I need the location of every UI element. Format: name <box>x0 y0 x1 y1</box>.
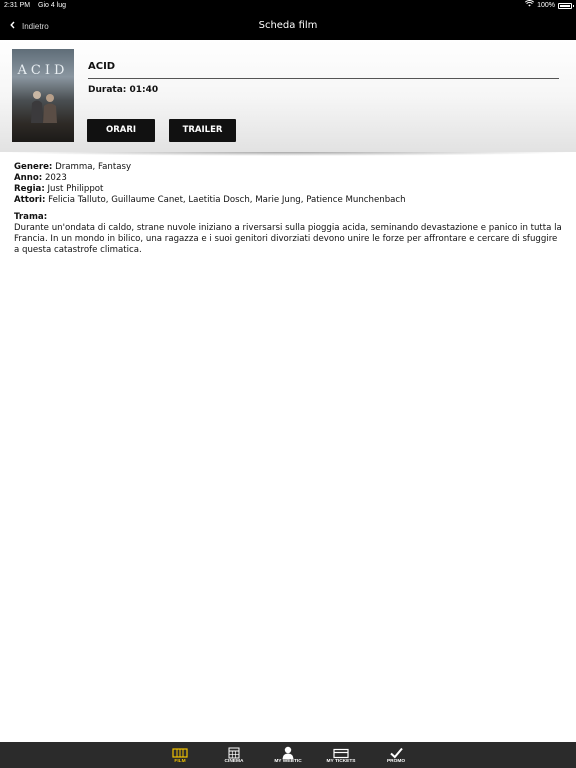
director-value: Just Philippot <box>47 184 104 194</box>
director-row: Regia: Just Philippot <box>14 184 564 195</box>
poster-figures-image <box>31 91 57 123</box>
page-title: Scheda film <box>258 20 318 31</box>
plot-text: Durante un'ondata di caldo, strane nuvol… <box>14 223 562 255</box>
year-value: 2023 <box>44 173 67 183</box>
status-date: Gio 4 lug <box>38 2 67 9</box>
tab-my-webtic[interactable]: MY WEBTIC <box>266 744 310 768</box>
movie-poster: ACID <box>12 49 74 142</box>
genre-value: Dramma, Fantasy <box>55 162 132 172</box>
title-divider <box>88 78 559 79</box>
tab-cinema-label: CINEMA <box>224 759 244 764</box>
tab-film-label: FILM <box>174 759 186 764</box>
ticket-icon <box>319 744 363 759</box>
tab-bar: FILM CINEMA MY WEBTIC MY TICKETS PROMO <box>0 742 576 768</box>
plot-label: Trama: <box>14 212 48 222</box>
battery-percent: 100% <box>537 2 555 9</box>
tab-my-tickets[interactable]: MY TICKETS <box>319 744 363 768</box>
status-time: 2:31 PM <box>4 2 31 9</box>
navigation-bar: Indietro Scheda film <box>0 12 576 40</box>
header-shadow-divider <box>0 152 576 156</box>
tab-cinema[interactable]: CINEMA <box>212 744 256 768</box>
director-label: Regia: <box>14 184 45 194</box>
status-bar: 2:31 PM Gio 4 lug 100% <box>0 0 576 12</box>
year-label: Anno: <box>14 173 43 183</box>
user-icon <box>266 744 310 759</box>
tab-promo[interactable]: PROMO <box>374 744 418 768</box>
actors-label: Attori: <box>14 195 46 205</box>
actors-row: Attori: Felicia Talluto, Guillaume Canet… <box>14 195 564 206</box>
tab-my-tickets-label: MY TICKETS <box>326 759 356 764</box>
poster-title-text: ACID <box>17 63 69 78</box>
genre-row: Genere: Dramma, Fantasy <box>14 162 564 173</box>
showtimes-button[interactable]: ORARI <box>87 119 155 142</box>
tab-my-webtic-label: MY WEBTIC <box>274 759 302 764</box>
tab-promo-label: PROMO <box>386 759 406 764</box>
battery-icon <box>558 3 574 9</box>
check-icon <box>374 744 418 759</box>
film-details: Genere: Dramma, Fantasy Anno: 2023 Regia… <box>14 162 564 256</box>
trailer-button[interactable]: TRAILER <box>169 119 236 142</box>
film-title: ACID <box>88 61 116 72</box>
film-icon <box>158 744 202 758</box>
tab-film[interactable]: FILM <box>158 744 202 768</box>
film-duration: Durata: 01:40 <box>88 85 159 95</box>
genre-label: Genere: <box>14 162 53 172</box>
actors-value: Felicia Talluto, Guillaume Canet, Laetit… <box>48 195 406 205</box>
year-row: Anno: 2023 <box>14 173 564 184</box>
wifi-icon <box>525 0 535 12</box>
calendar-icon <box>212 744 256 759</box>
